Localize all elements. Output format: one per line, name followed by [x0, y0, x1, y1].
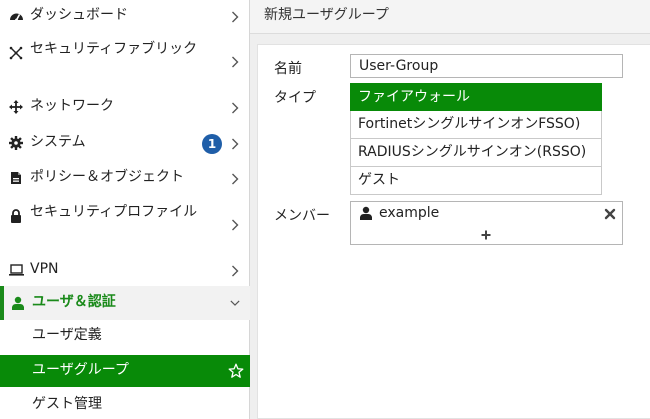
network-icon — [8, 99, 24, 115]
sidebar-item-system[interactable]: システム 1 — [0, 129, 250, 159]
sidebar-subitem-label: ゲスト管理 — [32, 396, 102, 412]
sidebar-item-label: ダッシュボード — [30, 7, 128, 23]
chevron-right-icon — [230, 219, 240, 231]
type-label: タイプ — [274, 90, 316, 106]
sidebar-subitem-label: ユーザグループ — [32, 362, 129, 378]
form-panel: 名前 タイプ ファイアウォール FortinetシングルサインオンFSSO) R… — [257, 44, 650, 419]
type-option-fsso[interactable]: FortinetシングルサインオンFSSO) — [350, 111, 602, 139]
type-option-rsso[interactable]: RADIUSシングルサインオン(RSSO) — [350, 139, 602, 167]
user-icon — [10, 295, 26, 311]
fabric-icon — [8, 45, 24, 61]
type-option-firewall[interactable]: ファイアウォール — [350, 83, 602, 111]
dashboard-icon — [8, 8, 24, 24]
add-member-icon[interactable] — [481, 228, 491, 240]
type-selector: ファイアウォール FortinetシングルサインオンFSSO) RADIUSシン… — [350, 83, 602, 195]
chevron-right-icon — [230, 265, 240, 277]
sidebar-item-label: ネットワーク — [30, 98, 114, 114]
gear-icon — [8, 135, 24, 151]
sidebar-item-user-auth[interactable]: ユーザ＆認証 — [0, 286, 250, 320]
close-icon[interactable] — [604, 208, 616, 220]
type-option-guest[interactable]: ゲスト — [350, 167, 602, 195]
name-label: 名前 — [274, 61, 302, 77]
chevron-down-icon — [230, 297, 240, 309]
chevron-right-icon — [230, 102, 240, 114]
page-title: 新規ユーザグループ — [250, 0, 650, 34]
sidebar-item-security-fabric[interactable]: セキュリティファブリック — [0, 36, 250, 88]
sidebar-subitem-user-definition[interactable]: ユーザ定義 — [0, 322, 250, 352]
sidebar-subitem-label: ユーザ定義 — [32, 327, 102, 343]
sidebar-item-security-profiles[interactable]: セキュリティプロファイル — [0, 199, 250, 251]
laptop-icon — [8, 262, 24, 278]
sidebar-item-vpn[interactable]: VPN — [0, 256, 250, 286]
sidebar-subitem-user-groups[interactable]: ユーザグループ — [0, 355, 250, 387]
sidebar-item-label: ユーザ＆認証 — [32, 294, 116, 310]
sidebar-item-label: セキュリティプロファイル — [30, 204, 198, 220]
sidebar-item-dashboard[interactable]: ダッシュボード — [0, 2, 250, 32]
sidebar-item-label: ポリシー＆オブジェクト — [30, 169, 184, 185]
chevron-right-icon — [230, 56, 240, 68]
member-list[interactable]: example — [350, 201, 623, 245]
user-icon — [360, 206, 372, 220]
chevron-right-icon — [230, 11, 240, 23]
lock-icon — [8, 208, 24, 224]
sidebar-item-label: セキュリティファブリック — [30, 41, 198, 57]
member-label: メンバー — [274, 208, 330, 224]
sidebar-item-policy-objects[interactable]: ポリシー＆オブジェクト — [0, 164, 250, 194]
chevron-right-icon — [230, 138, 240, 150]
sidebar: ダッシュボード セキュリティファブリック ネットワーク システム 1 ポリシー＆… — [0, 0, 250, 419]
policy-icon — [8, 170, 24, 186]
chevron-right-icon — [230, 173, 240, 185]
member-name: example — [379, 205, 440, 221]
main-content: 新規ユーザグループ 名前 タイプ ファイアウォール Fortinetシングルサイ… — [250, 0, 650, 419]
sidebar-item-label: VPN — [30, 261, 59, 277]
member-entry: example — [360, 205, 439, 221]
notification-badge: 1 — [202, 134, 222, 154]
sidebar-subitem-guest-management[interactable]: ゲスト管理 — [0, 391, 250, 419]
star-icon[interactable] — [228, 363, 244, 379]
sidebar-item-network[interactable]: ネットワーク — [0, 93, 250, 123]
name-input[interactable] — [350, 54, 623, 78]
